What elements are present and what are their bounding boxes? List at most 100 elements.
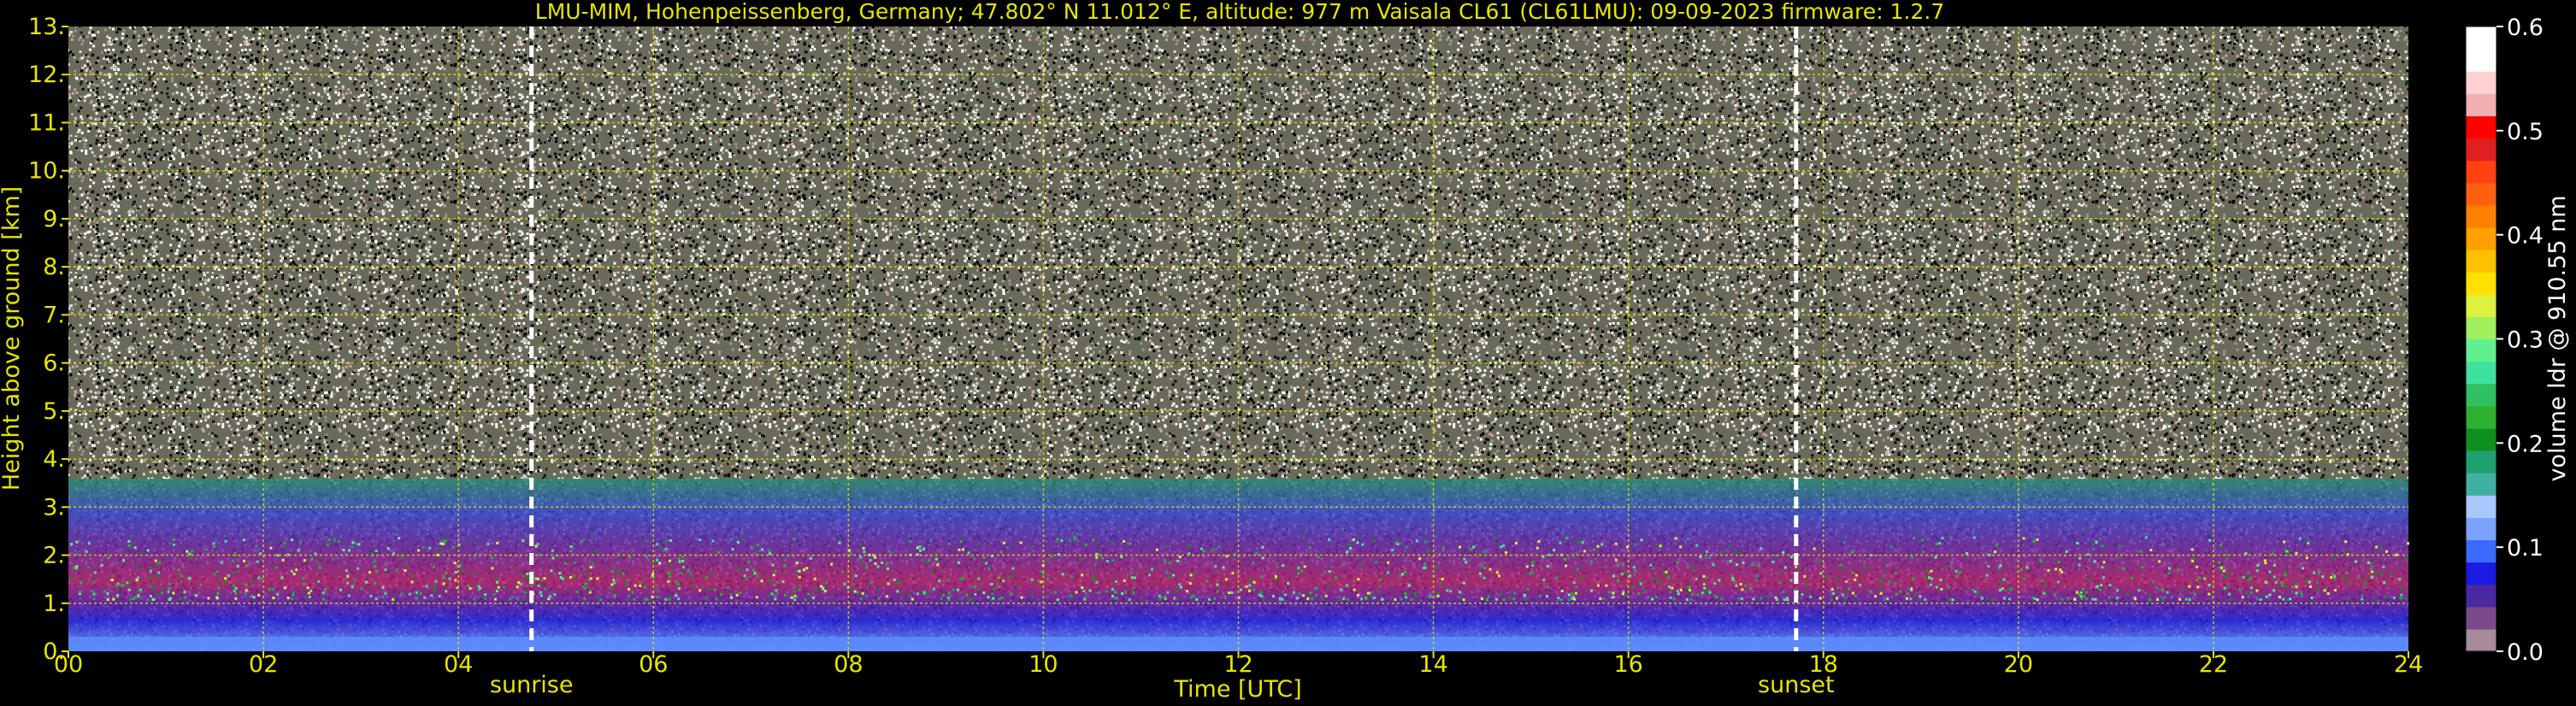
speckle-dot — [798, 588, 801, 591]
speckle-dot — [224, 539, 227, 543]
speckle-dot — [1500, 592, 1502, 596]
speckle-dot — [1512, 597, 1516, 601]
speckle-dot — [168, 587, 171, 590]
speckle-dot — [1484, 598, 1488, 601]
speckle-dot — [660, 548, 663, 551]
colorbar-segment — [2466, 93, 2496, 117]
speckle-dot — [1659, 580, 1662, 583]
speckle-dot — [373, 581, 376, 585]
speckle-dot — [1463, 581, 1465, 585]
speckle-dot — [656, 543, 659, 546]
speckle-dot — [677, 557, 681, 560]
speckle-dot — [1707, 556, 1711, 559]
speckle-dot — [478, 586, 481, 590]
speckle-dot — [1340, 588, 1343, 591]
speckle-dot — [2060, 570, 2064, 574]
speckle-dot — [257, 593, 261, 597]
speckle-dot — [425, 585, 428, 588]
x-tick-label: 16 — [1613, 651, 1642, 678]
speckle-dot — [952, 588, 955, 591]
speckle-dot — [2283, 540, 2286, 544]
speckle-dot — [2075, 591, 2078, 594]
speckle-dot — [547, 597, 551, 601]
speckle-dot — [1559, 598, 1563, 602]
speckle-dot — [1166, 591, 1170, 594]
speckle-dot — [184, 596, 187, 599]
speckle-dot — [973, 585, 976, 588]
speckle-dot — [91, 590, 95, 593]
speckle-dot — [1774, 596, 1777, 599]
speckle-dot — [2317, 589, 2320, 591]
speckle-dot — [1966, 552, 1968, 555]
colorbar-segment — [2466, 250, 2496, 273]
speckle-dot — [853, 590, 857, 593]
speckle-dot — [2144, 536, 2148, 539]
speckle-dot — [699, 589, 702, 592]
speckle-dot — [392, 552, 395, 556]
speckle-dot — [711, 539, 715, 543]
speckle-dot — [1805, 584, 1808, 587]
speckle-dot — [491, 556, 493, 559]
speckle-dot — [1413, 591, 1417, 595]
speckle-dot — [998, 585, 1001, 588]
speckle-dot — [112, 597, 115, 601]
speckle-dot — [404, 569, 407, 572]
speckle-dot — [1830, 588, 1834, 591]
speckle-dot — [731, 548, 734, 551]
speckle-dot — [2040, 580, 2043, 583]
speckle-dot — [1401, 573, 1405, 576]
speckle-dot — [156, 574, 160, 578]
speckle-dot — [936, 563, 940, 567]
speckle-dot — [823, 589, 827, 592]
speckle-dot — [2219, 544, 2222, 547]
speckle-dot — [524, 590, 527, 593]
speckle-dot — [233, 571, 236, 574]
speckle-dot — [135, 579, 139, 582]
speckle-dot — [551, 556, 555, 560]
speckle-dot — [1309, 591, 1312, 594]
speckle-dot — [1669, 591, 1672, 594]
speckle-dot — [1010, 592, 1013, 596]
speckle-dot — [959, 578, 963, 580]
speckle-dot — [1378, 578, 1382, 581]
speckle-dot — [1755, 579, 1758, 582]
speckle-dot — [710, 572, 714, 575]
speckle-dot — [877, 587, 881, 591]
speckle-dot — [1010, 574, 1013, 578]
speckle-dot — [223, 580, 226, 584]
speckle-dot — [664, 597, 668, 601]
speckle-dot — [793, 598, 797, 602]
speckle-dot — [1205, 580, 1209, 583]
speckle-dot — [1168, 575, 1171, 578]
speckle-dot — [1200, 547, 1203, 550]
speckle-dot — [2177, 568, 2180, 572]
speckle-dot — [529, 584, 533, 587]
speckle-dot — [151, 586, 155, 590]
colorbar-label: volume ldr @ 910.55 nm — [2544, 196, 2571, 482]
speckle-dot — [1991, 597, 1995, 601]
speckle-dot — [375, 569, 379, 573]
speckle-dot — [497, 585, 500, 589]
speckle-dot — [1855, 574, 1859, 577]
y-tick-label: 5. — [43, 398, 65, 425]
speckle-dot — [1124, 591, 1128, 594]
speckle-dot — [494, 577, 498, 580]
speckle-dot — [1997, 567, 2001, 570]
speckle-dot — [1495, 571, 1499, 574]
speckle-dot — [1164, 595, 1167, 598]
speckle-dot — [1121, 591, 1124, 595]
speckle-dot — [1883, 598, 1886, 601]
speckle-dot — [491, 567, 494, 570]
speckle-dot — [1845, 580, 1848, 583]
speckle-dot — [291, 597, 294, 601]
speckle-dot — [2357, 575, 2361, 579]
speckle-dot — [2384, 596, 2387, 599]
speckle-dot — [658, 562, 662, 565]
speckle-dot — [947, 591, 951, 595]
speckle-dot — [2116, 589, 2119, 592]
speckle-dot — [1672, 597, 1676, 601]
speckle-dot — [973, 557, 976, 561]
speckle-dot — [438, 595, 441, 597]
speckle-dot — [2083, 595, 2086, 598]
speckle-dot — [2001, 587, 2004, 591]
